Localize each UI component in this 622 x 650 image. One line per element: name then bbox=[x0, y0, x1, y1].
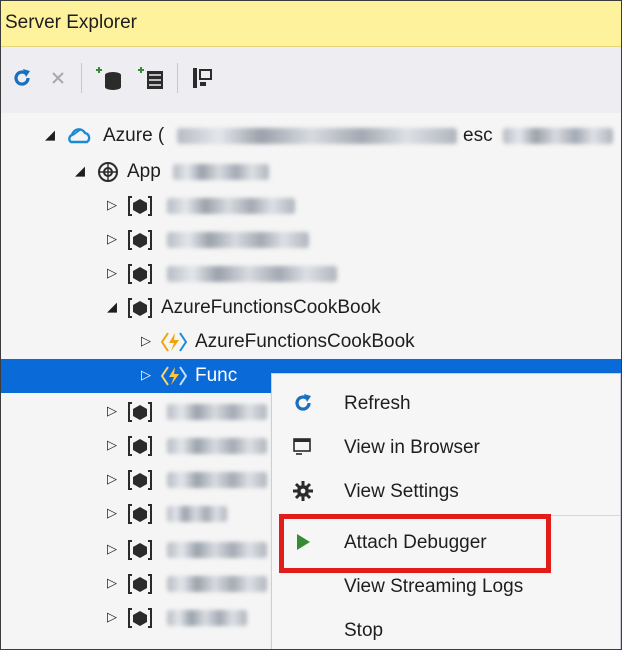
redacted-node-label bbox=[173, 164, 269, 180]
refresh-icon bbox=[290, 391, 316, 415]
expand-arrow-icon[interactable]: ▷ bbox=[105, 471, 119, 486]
resource-group-icon bbox=[127, 194, 153, 218]
redacted-node-label bbox=[167, 472, 267, 488]
panel-title-bar: Server Explorer bbox=[1, 1, 621, 47]
menu-item-label: Refresh bbox=[344, 393, 411, 414]
tree-node-app-service[interactable]: ◢ App bbox=[1, 155, 621, 189]
expand-arrow-icon[interactable]: ▷ bbox=[105, 437, 119, 452]
menu-item-view-settings[interactable]: View Settings bbox=[272, 468, 620, 514]
panel-title: Server Explorer bbox=[5, 12, 137, 33]
resource-group-icon bbox=[127, 228, 153, 252]
menu-item-view-in-browser[interactable]: View in Browser bbox=[272, 424, 620, 470]
resource-group-icon bbox=[127, 538, 153, 562]
collapse-arrow-icon[interactable]: ◢ bbox=[73, 163, 87, 178]
browser-icon bbox=[290, 435, 316, 459]
collapse-arrow-icon[interactable]: ◢ bbox=[43, 127, 57, 142]
function-app-icon bbox=[161, 364, 187, 388]
expand-arrow-icon[interactable]: ▷ bbox=[105, 197, 119, 212]
gear-icon bbox=[290, 479, 316, 503]
redacted-node-label bbox=[167, 506, 227, 522]
properties-icon[interactable] bbox=[187, 61, 217, 95]
toolbar-separator bbox=[81, 63, 82, 93]
resource-group-label: AzureFunctionsCookBook bbox=[161, 297, 381, 318]
redacted-subscription bbox=[177, 128, 457, 144]
resource-group-icon bbox=[127, 502, 153, 526]
redacted-node-label bbox=[167, 610, 247, 626]
selected-function-app-label: Func bbox=[195, 365, 238, 386]
menu-item-label: Stop bbox=[344, 620, 384, 641]
connect-database-icon[interactable] bbox=[93, 61, 127, 95]
resource-group-icon bbox=[127, 296, 153, 320]
azure-label-tail: esc bbox=[463, 125, 493, 146]
collapse-arrow-icon[interactable]: ◢ bbox=[105, 299, 119, 314]
redacted-node-label bbox=[167, 438, 267, 454]
tree-node-resource-group[interactable]: ▷ bbox=[1, 223, 621, 257]
resource-group-icon bbox=[127, 434, 153, 458]
tree-node-azure[interactable]: ◢ Azure ( esc bbox=[1, 119, 621, 153]
menu-item-stop[interactable]: Stop bbox=[272, 607, 620, 649]
menu-item-label: View Streaming Logs bbox=[344, 576, 524, 597]
resource-group-icon bbox=[127, 262, 153, 286]
toolbar bbox=[1, 47, 621, 113]
redacted-node-label bbox=[167, 232, 309, 248]
app-service-label: App bbox=[127, 161, 161, 182]
azure-label: Azure ( bbox=[103, 125, 165, 146]
expand-arrow-icon[interactable]: ▷ bbox=[105, 403, 119, 418]
expand-arrow-icon[interactable]: ▷ bbox=[139, 333, 153, 348]
resource-group-icon bbox=[127, 572, 153, 596]
highlight-box bbox=[279, 514, 551, 573]
redacted-node-label bbox=[167, 542, 267, 558]
redacted-node-label bbox=[167, 266, 337, 282]
redacted-node-label bbox=[167, 576, 267, 592]
azure-cloud-icon bbox=[67, 124, 93, 148]
tree-node-resource-group[interactable]: ▷ bbox=[1, 257, 621, 291]
expand-arrow-icon[interactable]: ▷ bbox=[105, 265, 119, 280]
expand-arrow-icon[interactable]: ▷ bbox=[105, 231, 119, 246]
app-service-icon bbox=[95, 160, 121, 184]
menu-item-refresh[interactable]: Refresh bbox=[272, 380, 620, 426]
refresh-icon[interactable] bbox=[7, 61, 37, 95]
redacted-node-label bbox=[167, 404, 267, 420]
context-menu: Refresh View in Browser View Settings At… bbox=[271, 373, 621, 649]
redacted-node-label bbox=[167, 198, 295, 214]
expand-arrow-icon[interactable]: ▷ bbox=[105, 505, 119, 520]
expand-arrow-icon[interactable]: ▷ bbox=[105, 609, 119, 624]
expand-arrow-icon[interactable]: ▷ bbox=[105, 541, 119, 556]
expand-arrow-icon[interactable]: ▷ bbox=[139, 367, 153, 382]
function-app-label: AzureFunctionsCookBook bbox=[195, 331, 415, 352]
tree-node-function-app[interactable]: ▷ AzureFunctionsCookBook bbox=[1, 325, 621, 359]
tree-node-resource-group[interactable]: ▷ bbox=[1, 189, 621, 223]
toolbar-separator bbox=[177, 63, 178, 93]
connect-server-icon[interactable] bbox=[135, 61, 169, 95]
menu-item-label: View in Browser bbox=[344, 437, 480, 458]
resource-group-icon bbox=[127, 606, 153, 630]
resource-group-icon bbox=[127, 400, 153, 424]
menu-item-label: View Settings bbox=[344, 481, 459, 502]
expand-arrow-icon[interactable]: ▷ bbox=[105, 575, 119, 590]
resource-group-icon bbox=[127, 468, 153, 492]
server-explorer-window: Server Explorer ◢ Azure ( esc ◢ App ▷ ▷ … bbox=[0, 0, 622, 650]
tree-node-resource-group[interactable]: ◢ AzureFunctionsCookBook bbox=[1, 291, 621, 325]
stop-icon[interactable] bbox=[43, 61, 73, 95]
function-app-icon bbox=[161, 330, 187, 354]
redacted-subscription-tail bbox=[503, 128, 613, 144]
